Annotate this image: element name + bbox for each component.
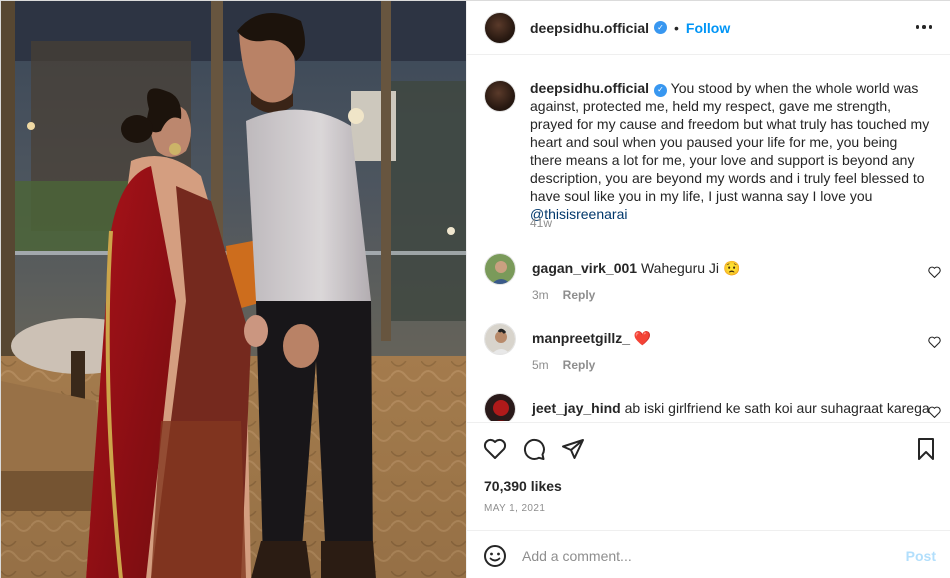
caption-body: You stood by when the whole world was ag…: [530, 80, 930, 204]
post-photo[interactable]: [1, 1, 466, 578]
save-bookmark-icon[interactable]: [914, 437, 938, 461]
post-username[interactable]: deepsidhu.official: [530, 20, 649, 36]
couple-photo: [1, 1, 466, 578]
comment-text: Waheguru Ji: [640, 260, 720, 276]
post-header: deepsidhu.official ✓ • Follow: [467, 1, 950, 55]
commenter-avatar[interactable]: [484, 323, 516, 355]
comment-text: ab iski girlfriend ke sath koi aur suhag…: [624, 400, 930, 416]
like-comment-heart-icon[interactable]: [928, 266, 941, 278]
comment-item: gagan_virk_001 Waheguru Ji 😟 3m Reply: [484, 253, 944, 313]
comment-bubble-icon[interactable]: [522, 437, 546, 461]
comment-emoji: ❤️: [633, 330, 652, 346]
comment-input[interactable]: [522, 543, 882, 569]
commenter-avatar[interactable]: [484, 253, 516, 285]
comments-section[interactable]: deepsidhu.official ✓ You stood by when th…: [467, 56, 950, 421]
comment-item: jeet_jay_hind ab iski girlfriend ke sath…: [484, 393, 944, 421]
comment-line: jeet_jay_hind ab iski girlfriend ke sath…: [532, 400, 930, 416]
comment-username[interactable]: gagan_virk_001: [532, 260, 637, 276]
post-date[interactable]: MAY 1, 2021: [484, 503, 545, 514]
comment-emoji: 😟: [722, 260, 741, 276]
comment-meta: 3m Reply: [532, 288, 595, 302]
commenter-avatar[interactable]: [484, 393, 516, 421]
like-heart-icon[interactable]: [483, 437, 507, 461]
likes-count[interactable]: 70,390 likes: [484, 478, 562, 494]
caption-text: deepsidhu.official ✓ You stood by when th…: [530, 79, 930, 223]
post-actions: 70,390 likes MAY 1, 2021: [467, 422, 950, 542]
profile-avatar[interactable]: [484, 11, 516, 44]
emoji-picker-icon[interactable]: [483, 544, 507, 568]
separator-dot: •: [674, 19, 679, 36]
comment-time: 3m: [532, 288, 549, 302]
post-details-panel: deepsidhu.official ✓ • Follow deepsidhu.…: [466, 1, 950, 578]
instagram-post-modal: deepsidhu.official ✓ • Follow deepsidhu.…: [0, 0, 950, 578]
comment-username[interactable]: manpreetgillz_: [532, 330, 630, 346]
caption-avatar[interactable]: [484, 80, 516, 112]
post-caption: deepsidhu.official ✓ You stood by when th…: [484, 79, 944, 223]
comment-time: 5m: [532, 358, 549, 372]
add-comment-bar: Post: [467, 530, 950, 578]
like-comment-heart-icon[interactable]: [928, 336, 941, 348]
follow-button[interactable]: Follow: [686, 20, 730, 36]
caption-verified-icon: ✓: [654, 83, 668, 97]
reply-button[interactable]: Reply: [563, 358, 596, 372]
verified-badge-icon: ✓: [654, 21, 668, 34]
comment-line: gagan_virk_001 Waheguru Ji 😟: [532, 260, 740, 277]
comment-line: manpreetgillz_ ❤️: [532, 330, 651, 347]
comment-meta: 5m Reply: [532, 358, 595, 372]
comment-item: manpreetgillz_ ❤️ 5m Reply: [484, 323, 944, 383]
share-send-icon[interactable]: [561, 437, 585, 461]
caption-time: 41w: [530, 216, 553, 230]
post-comment-button[interactable]: Post: [906, 548, 936, 564]
caption-username[interactable]: deepsidhu.official: [530, 80, 649, 96]
comment-username[interactable]: jeet_jay_hind: [532, 400, 621, 416]
more-options-icon[interactable]: [914, 19, 934, 35]
like-comment-heart-icon[interactable]: [928, 406, 941, 418]
reply-button[interactable]: Reply: [563, 288, 596, 302]
